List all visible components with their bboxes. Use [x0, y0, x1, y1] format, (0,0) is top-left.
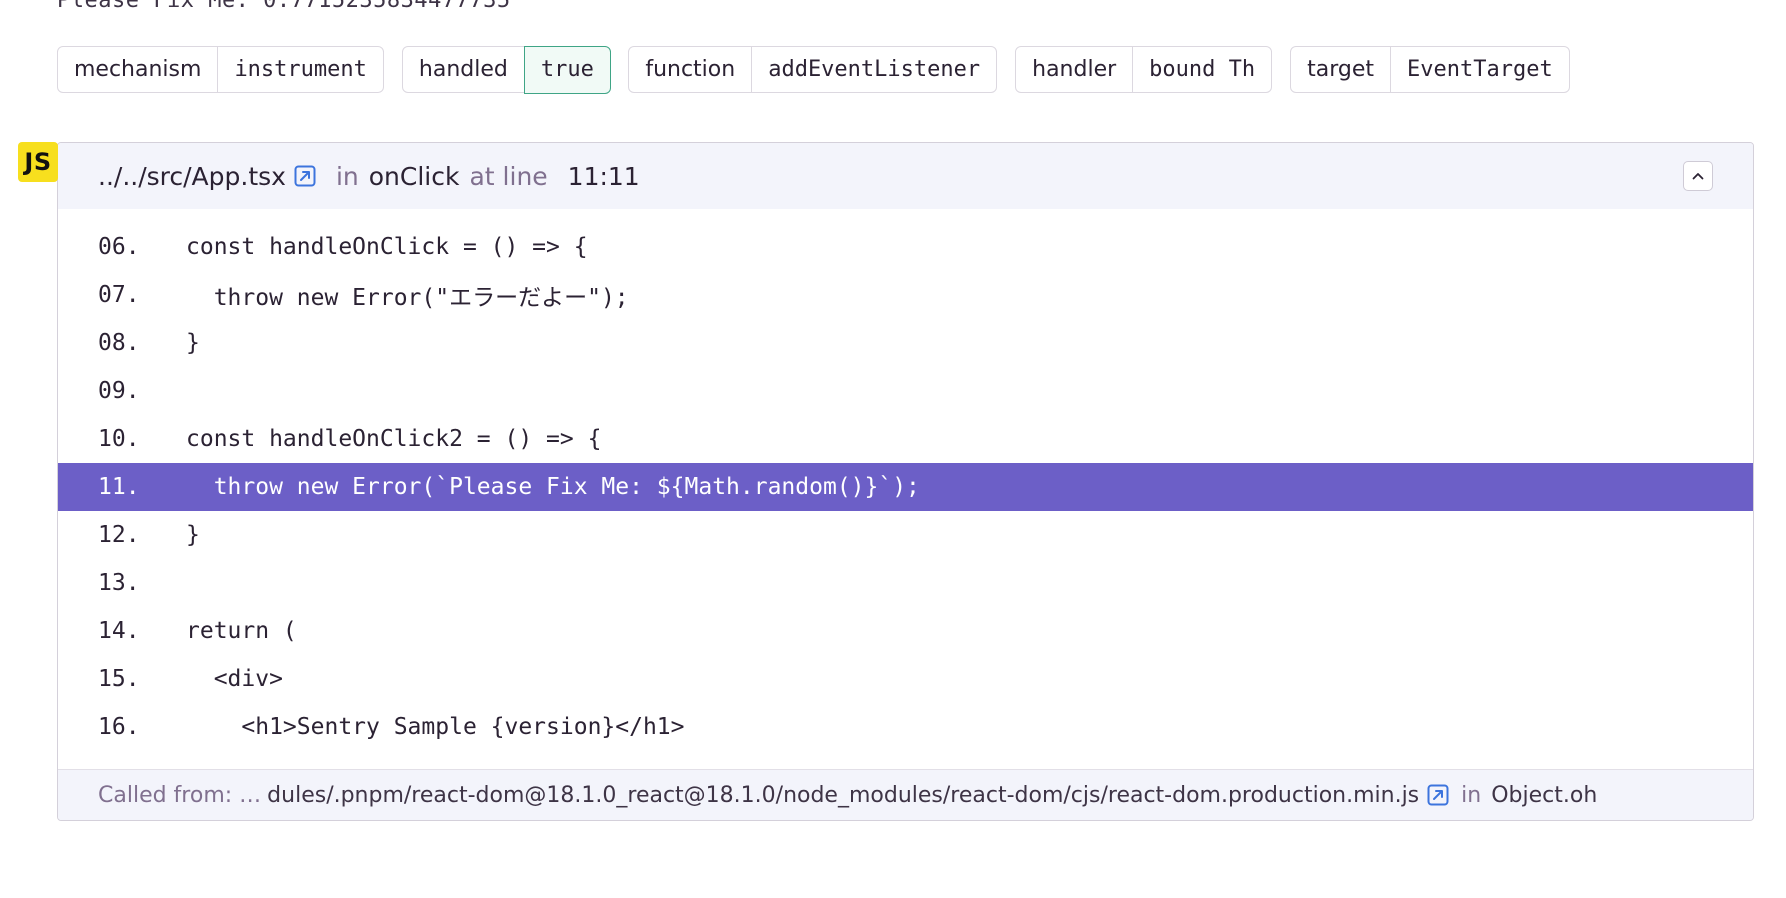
- tag-key: target: [1307, 57, 1375, 82]
- line-number: 10.: [98, 426, 140, 452]
- code-line-active: 11. throw new Error(`Please Fix Me: ${Ma…: [58, 463, 1753, 511]
- code-line: 07. throw new Error("エラーだよー");: [58, 271, 1753, 319]
- line-number: 15.: [98, 666, 140, 692]
- line-number: 12.: [98, 522, 140, 548]
- line-code: throw new Error("エラーだよー");: [186, 285, 629, 311]
- stack-frame-header[interactable]: ../../src/App.tsx in onClick at line 11:…: [58, 143, 1753, 209]
- line-number: 09.: [98, 378, 140, 404]
- line-code: const handleOnClick2 = () => {: [186, 426, 602, 452]
- line-number: 08.: [98, 330, 140, 356]
- code-line: 08.}: [58, 319, 1753, 367]
- tag-handler[interactable]: handler bound Th: [1015, 46, 1273, 93]
- tag-handled[interactable]: handled true: [401, 45, 611, 94]
- line-code: throw new Error(`Please Fix Me: ${Math.r…: [186, 474, 920, 500]
- open-external-icon[interactable]: [1427, 784, 1449, 806]
- code-context: 06. const handleOnClick = () => { 07. thr…: [58, 209, 1753, 751]
- event-title: Please Fix Me: 0.7715235834477735: [57, 0, 511, 12]
- tag-key: handler: [1032, 57, 1117, 82]
- chevron-up-icon: [1692, 173, 1704, 180]
- line-code: }: [186, 522, 200, 548]
- code-line: 09.: [58, 367, 1753, 415]
- open-external-icon[interactable]: [294, 165, 316, 187]
- code-line: 06. const handleOnClick = () => {: [58, 223, 1753, 271]
- line-number: 06.: [98, 234, 140, 260]
- in-label: in: [1461, 782, 1482, 808]
- in-label: in: [335, 161, 359, 191]
- tag-value: EventTarget: [1390, 47, 1569, 92]
- code-line: 10. const handleOnClick2 = () => {: [58, 415, 1753, 463]
- called-from-row[interactable]: Called from: … dules/.pnpm/react-dom@18.…: [58, 769, 1753, 820]
- tag-list: mechanism instrument handled true functi…: [57, 45, 1570, 94]
- code-line: 12.}: [58, 511, 1753, 559]
- tag-value: instrument: [217, 47, 382, 92]
- line-code: }: [186, 330, 200, 356]
- tag-value-highlighted: true: [523, 45, 611, 94]
- tag-key: mechanism: [74, 57, 202, 82]
- at-line-label: at line: [469, 161, 548, 191]
- line-number: 11.: [98, 474, 140, 500]
- tag-mechanism[interactable]: mechanism instrument: [57, 46, 384, 93]
- line-code: <div>: [186, 666, 283, 692]
- frame-line-col: 11:11: [567, 161, 640, 191]
- line-code: return (: [186, 618, 297, 644]
- frame-function: onClick: [368, 161, 460, 191]
- code-line: 15. <div>: [58, 655, 1753, 703]
- tag-function[interactable]: function addEventListener: [628, 46, 998, 93]
- called-from-path: dules/.pnpm/react-dom@18.1.0_react@18.1.…: [267, 782, 1420, 808]
- tag-key: handled: [418, 57, 508, 82]
- line-number: 14.: [98, 618, 140, 644]
- line-number: 16.: [98, 714, 140, 740]
- js-platform-badge: JS: [18, 142, 58, 182]
- code-line: 14. return (: [58, 607, 1753, 655]
- line-number: 07.: [98, 282, 140, 308]
- called-from-label: Called from: …: [98, 782, 262, 808]
- frame-filename: ../../src/App.tsx: [98, 161, 286, 191]
- tag-value: addEventListener: [751, 47, 996, 92]
- line-code: <h1>Sentry Sample {version}</h1>: [186, 714, 685, 740]
- code-line: 16. <h1>Sentry Sample {version}</h1>: [58, 703, 1753, 751]
- line-number: 13.: [98, 570, 140, 596]
- tag-value: bound Th: [1132, 47, 1271, 92]
- collapse-button[interactable]: [1683, 161, 1713, 191]
- line-code: const handleOnClick = () => {: [186, 234, 588, 260]
- code-line: 13.: [58, 559, 1753, 607]
- tag-key: function: [645, 57, 736, 82]
- stack-frame: ../../src/App.tsx in onClick at line 11:…: [57, 142, 1754, 821]
- tag-target[interactable]: target EventTarget: [1290, 46, 1570, 93]
- called-from-function: Object.oh: [1491, 782, 1598, 808]
